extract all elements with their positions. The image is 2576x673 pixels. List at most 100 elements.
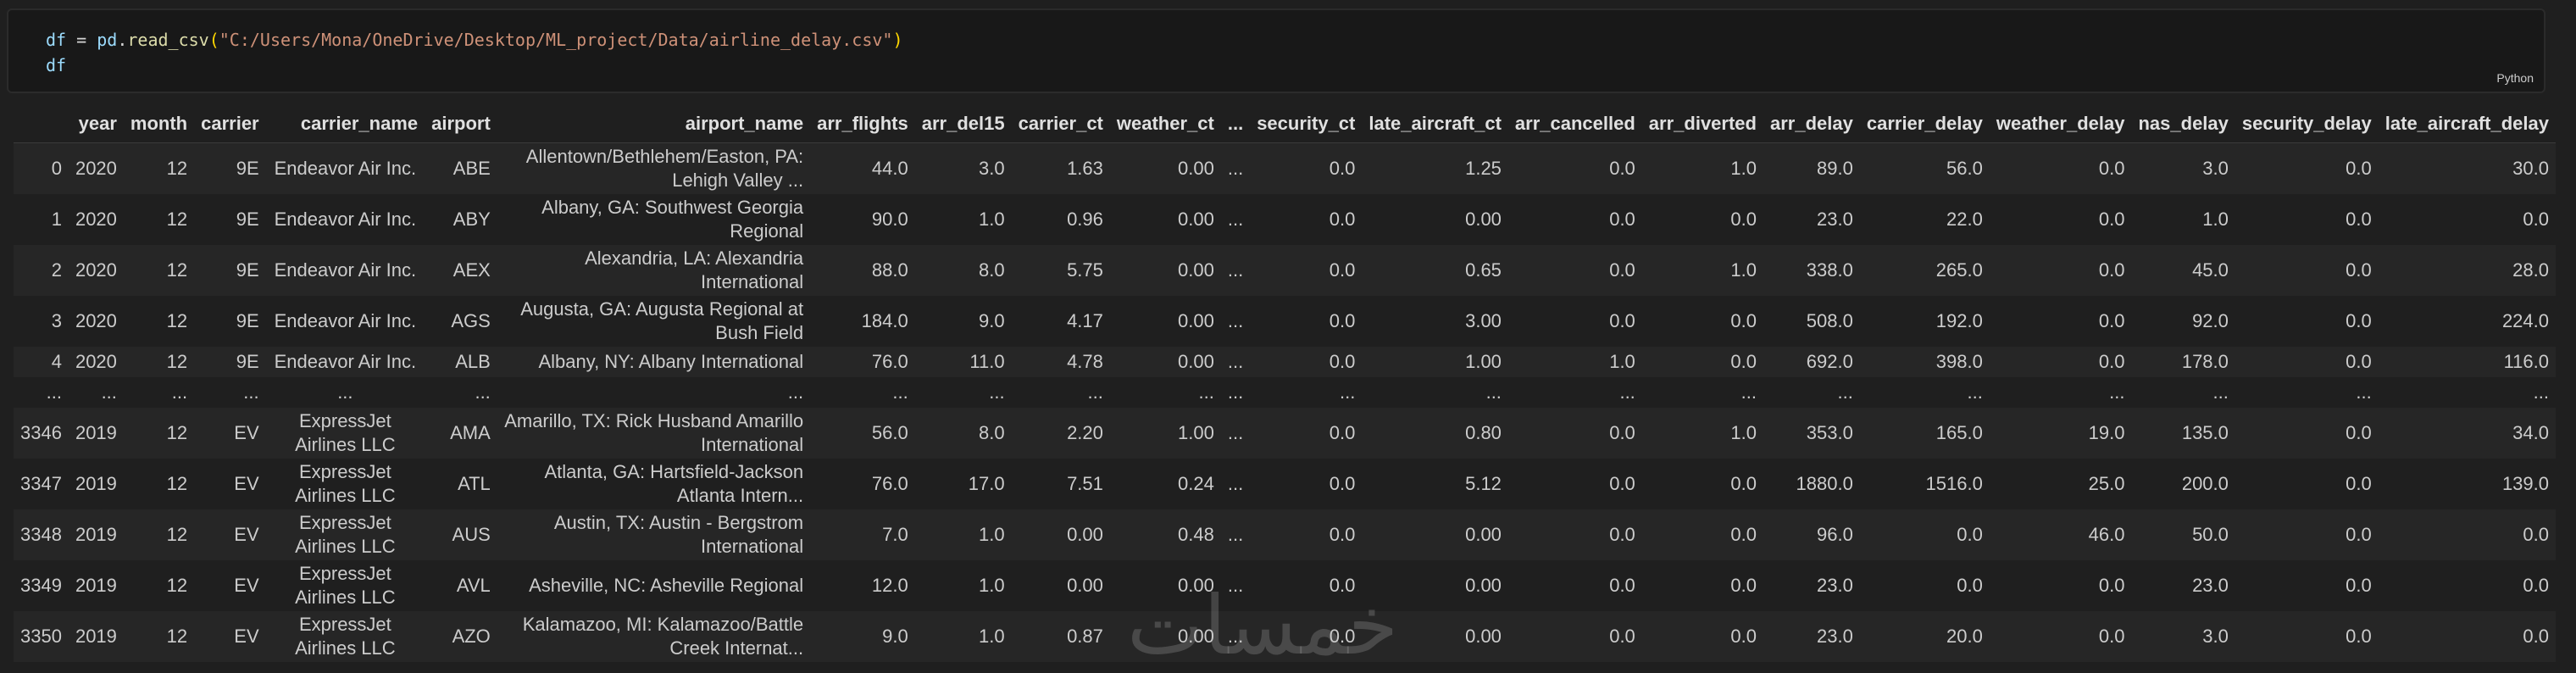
table-cell-arr-diverted: ... bbox=[1740, 381, 1757, 403]
table-cell-ellipsisellipsisellipsis: ... bbox=[1227, 575, 1244, 596]
table-cell-airport: AUS bbox=[452, 524, 491, 545]
table-cell-weather-ct: 0.00 bbox=[1178, 209, 1214, 230]
table-cell-airport: AVL bbox=[456, 575, 491, 596]
table-cell-ellipsisellipsisellipsis: ... bbox=[1227, 158, 1244, 179]
column-header: carrier_name bbox=[265, 105, 425, 143]
table-cell-arr-delay: 692.0 bbox=[1806, 351, 1853, 372]
table-cell-late-aircraft-ct: 0.00 bbox=[1465, 524, 1502, 545]
column-header: arr_diverted bbox=[1641, 105, 1763, 143]
column-header: weather_delay bbox=[1989, 105, 2132, 143]
table-cell-airport-name: Alexandria, LA: Alexandria International bbox=[585, 248, 804, 292]
column-header: carrier_delay bbox=[1859, 105, 1990, 143]
table-cell-airport-name: Albany, NY: Albany International bbox=[538, 351, 804, 372]
table-cell-carrier-delay: 265.0 bbox=[1935, 259, 1983, 281]
table-cell-arr-delellipsisellipsis: 1.0 bbox=[978, 626, 1005, 647]
table-cell-arr-delay: 508.0 bbox=[1806, 310, 1853, 331]
table-cell-nas-delay: 1.0 bbox=[2202, 209, 2229, 230]
table-cell-late-aircraft-ct: 0.65 bbox=[1465, 259, 1502, 281]
table-cell-arr-flights: 76.0 bbox=[871, 351, 908, 372]
table-cell-weather-ct: 0.48 bbox=[1178, 524, 1214, 545]
row-index: 3350 bbox=[20, 626, 62, 647]
table-cell-arr-diverted: 0.0 bbox=[1730, 310, 1757, 331]
code-token-module: pd bbox=[97, 30, 118, 50]
table-cell-arr-cancelled: 0.0 bbox=[1609, 626, 1635, 647]
code-cell[interactable]: df = pd.read_csv("C:/Users/Mona/OneDrive… bbox=[7, 8, 2545, 93]
table-cell-weather-delay: 0.0 bbox=[2098, 626, 2125, 647]
table-cell-year: ... bbox=[101, 381, 117, 403]
table-cell-weather-ct: ... bbox=[1198, 381, 1214, 403]
table-cell-arr-delay: 1880.0 bbox=[1796, 473, 1853, 494]
table-cell-airport-name: Amarillo, TX: Rick Husband Amarillo Inte… bbox=[504, 410, 804, 455]
table-cell-carrier: EV bbox=[234, 626, 259, 647]
table-cell-arr-cancelled: 0.0 bbox=[1609, 158, 1635, 179]
table-cell-airport-name: Austin, TX: Austin - Bergstrom Internati… bbox=[553, 512, 804, 557]
table-cell-month: 12 bbox=[166, 310, 188, 331]
table-cell-arr-flights: 7.0 bbox=[882, 524, 908, 545]
table-cell-arr-cancelled: 0.0 bbox=[1609, 524, 1635, 545]
table-row: 1 2020 12 9E Endeavor Air Inc. ABY Albany, GA:… bbox=[14, 194, 2556, 245]
table-cell-arr-flights: 12.0 bbox=[871, 575, 908, 596]
table-cell-airport-name: Asheville, NC: Asheville Regional bbox=[529, 575, 804, 596]
table-cell-month: 12 bbox=[166, 524, 188, 545]
table-cell-airport-name: ... bbox=[787, 381, 804, 403]
table-row: 3349 2019 12 EV ExpressJet Airlines LLC AVL As… bbox=[14, 560, 2556, 611]
table-cell-security-ct: 0.0 bbox=[1329, 473, 1356, 494]
table-cell-security-delay: 0.0 bbox=[2346, 422, 2372, 443]
table-cell-year: 2020 bbox=[75, 259, 117, 281]
table-cell-ellipsisellipsisellipsis: ... bbox=[1227, 626, 1244, 647]
table-cell-weather-ct: 0.00 bbox=[1178, 310, 1214, 331]
table-cell-security-ct: 0.0 bbox=[1329, 209, 1356, 230]
table-cell-arr-delellipsisellipsis: 1.0 bbox=[978, 575, 1005, 596]
table-cell-late-aircraft-ct: ... bbox=[1485, 381, 1502, 403]
table-cell-arr-delellipsisellipsis: 9.0 bbox=[978, 310, 1005, 331]
table-row: 4 2020 12 9E Endeavor Air Inc. ALB Albany, NY:… bbox=[14, 347, 2556, 377]
table-header-row: year month carrier carrier_name airport airpo… bbox=[14, 105, 2556, 143]
table-cell-carrier-ct: ... bbox=[1087, 381, 1103, 403]
table-cell-carrier: 9E bbox=[236, 158, 259, 179]
table-cell-security-ct: 0.0 bbox=[1329, 422, 1356, 443]
column-header: arr_delay bbox=[1763, 105, 1860, 143]
table-cell-carrier: 9E bbox=[236, 351, 259, 372]
table-cell-arr-diverted: 1.0 bbox=[1730, 158, 1757, 179]
table-cell-arr-delay: 96.0 bbox=[1817, 524, 1853, 545]
table-cell-carrier-delay: 165.0 bbox=[1935, 422, 1983, 443]
table-cell-arr-delay: 23.0 bbox=[1817, 209, 1853, 230]
table-cell-carrier-name: Endeavor Air Inc. bbox=[274, 259, 417, 281]
column-header: arr_cancelled bbox=[1507, 105, 1642, 143]
table-cell-security-delay: ... bbox=[2356, 381, 2372, 403]
table-cell-carrier-name: ExpressJet Airlines LLC bbox=[295, 563, 396, 608]
table-cell-arr-cancelled: 1.0 bbox=[1609, 351, 1635, 372]
table-cell-nas-delay: 200.0 bbox=[2181, 473, 2229, 494]
table-cell-carrier: EV bbox=[234, 422, 259, 443]
row-index: 3346 bbox=[20, 422, 62, 443]
table-cell-arr-cancelled: 0.0 bbox=[1609, 473, 1635, 494]
cell-language-label[interactable]: Python bbox=[2496, 71, 2534, 85]
table-cell-ellipsisellipsisellipsis: ... bbox=[1227, 351, 1244, 372]
table-cell-arr-delellipsisellipsis: 3.0 bbox=[978, 158, 1005, 179]
table-cell-nas-delay: 3.0 bbox=[2202, 158, 2229, 179]
table-cell-arr-flights: ... bbox=[892, 381, 908, 403]
table-cell-carrier-name: Endeavor Air Inc. bbox=[274, 158, 417, 179]
code-editor[interactable]: df = pd.read_csv("C:/Users/Mona/OneDrive… bbox=[46, 27, 903, 78]
table-cell-airport-name: Augusta, GA: Augusta Regional at Bush Fi… bbox=[520, 298, 804, 343]
table-cell-year: 2019 bbox=[75, 473, 117, 494]
table-cell-nas-delay: 178.0 bbox=[2181, 351, 2229, 372]
row-index: 3347 bbox=[20, 473, 62, 494]
table-row: 3 2020 12 9E Endeavor Air Inc. AGS Augusta, GA… bbox=[14, 296, 2556, 347]
table-cell-nas-delay: 23.0 bbox=[2192, 575, 2229, 596]
code-line-1: df = pd.read_csv("C:/Users/Mona/OneDrive… bbox=[46, 30, 903, 50]
code-token-function: read_csv bbox=[127, 30, 209, 50]
table-cell-arr-diverted: 0.0 bbox=[1730, 626, 1757, 647]
table-cell-late-aircraft-delay: 34.0 bbox=[2512, 422, 2549, 443]
table-cell-nas-delay: 50.0 bbox=[2192, 524, 2229, 545]
table-cell-arr-diverted: 1.0 bbox=[1730, 259, 1757, 281]
table-cell-late-aircraft-ct: 1.00 bbox=[1465, 351, 1502, 372]
table-cell-security-delay: 0.0 bbox=[2346, 209, 2372, 230]
table-cell-ellipsisellipsisellipsis: ... bbox=[1227, 310, 1244, 331]
table-row: 0 2020 12 9E Endeavor Air Inc. ABE Allentown/B… bbox=[14, 142, 2556, 194]
table-cell-weather-delay: 0.0 bbox=[2098, 351, 2125, 372]
table-cell-airport: AZO bbox=[452, 626, 491, 647]
table-cell-late-aircraft-delay: 224.0 bbox=[2501, 310, 2549, 331]
table-cell-security-ct: 0.0 bbox=[1329, 575, 1356, 596]
table-cell-nas-delay: 3.0 bbox=[2202, 626, 2229, 647]
